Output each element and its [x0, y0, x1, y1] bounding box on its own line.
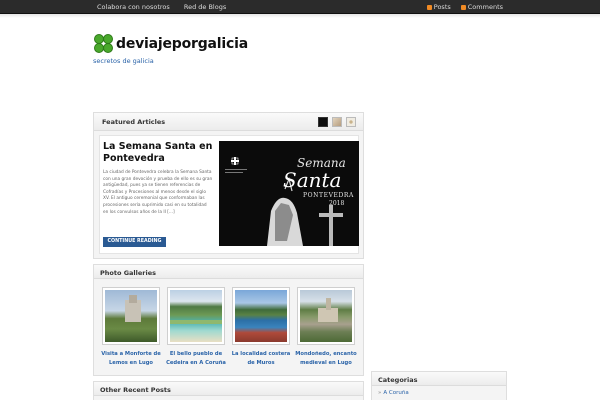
recent-posts-header: Other Recent Posts	[94, 382, 363, 396]
gallery-item[interactable]: Mondoñedo, encanto medieval en Lugo	[294, 287, 358, 367]
comments-feed-label: Comments	[467, 3, 503, 11]
featured-article: La Semana Santa en Pontevedra La ciudad …	[99, 135, 359, 254]
svg-text:Santa: Santa	[283, 168, 341, 192]
galleries-header: Photo Galleries	[94, 265, 363, 279]
featured-header-label: Featured Articles	[102, 118, 166, 126]
gallery-thumbnail[interactable]	[167, 287, 225, 345]
gallery-caption[interactable]: Visita a Monforte de Lemos en Lugo	[99, 350, 163, 367]
category-link[interactable]: A Coruña	[378, 390, 408, 396]
gallery-thumbnail[interactable]	[297, 287, 355, 345]
nav-link-red-de-blogs[interactable]: Red de Blogs	[184, 3, 226, 11]
rss-icon	[460, 4, 466, 10]
posts-feed-link[interactable]: Posts	[426, 3, 451, 11]
svg-text:PONTEVEDRA: PONTEVEDRA	[303, 192, 354, 199]
cross-emblem-icon	[231, 157, 239, 165]
featured-article-image[interactable]: Semana Santa PONTEVEDRA 2018	[219, 141, 359, 246]
gallery-thumbnail[interactable]	[102, 287, 160, 345]
featured-articles-box: Featured Articles La Semana Santa en Pon…	[93, 112, 364, 259]
gallery-caption[interactable]: El bello pueblo de Cedeira en A Coruña	[164, 350, 228, 367]
top-bar-shadow	[0, 14, 600, 18]
site-title: deviajeporgalicia	[116, 36, 248, 52]
featured-article-title[interactable]: La Semana Santa en Pontevedra	[103, 141, 213, 165]
comments-feed-link[interactable]: Comments	[460, 3, 503, 11]
photo-galleries-box: Photo Galleries Visita a Monforte de Lem…	[93, 264, 364, 376]
featured-thumb-1[interactable]	[318, 117, 328, 127]
posts-feed-label: Posts	[433, 3, 451, 11]
gallery-item[interactable]: El bello pueblo de Cedeira en A Coruña	[164, 287, 228, 367]
clover-icon	[93, 33, 115, 55]
nav-link-colabora[interactable]: Colabora con nosotros	[97, 3, 170, 11]
categories-widget: Categorias A Coruña	[371, 371, 507, 400]
gallery-item[interactable]: Visita a Monforte de Lemos en Lugo	[99, 287, 163, 367]
feed-links: Posts Comments	[426, 3, 503, 11]
recent-posts-box: Other Recent Posts	[93, 381, 364, 400]
gallery-caption[interactable]: La localidad costera de Muros	[229, 350, 293, 367]
continue-reading-button[interactable]: CONTINUE READING	[103, 237, 166, 247]
gallery-thumbnail[interactable]	[232, 287, 290, 345]
top-nav-links: Colabora con nosotros Red de Blogs	[97, 3, 238, 11]
featured-article-excerpt: La ciudad de Pontevedra celebra la Seman…	[103, 170, 213, 215]
top-navigation-bar: Colabora con nosotros Red de Blogs Posts…	[0, 0, 600, 14]
featured-header: Featured Articles	[94, 113, 363, 131]
recent-posts-header-label: Other Recent Posts	[100, 385, 171, 394]
site-logo[interactable]: deviajeporgalicia	[93, 33, 248, 55]
gallery-caption[interactable]: Mondoñedo, encanto medieval en Lugo	[294, 350, 358, 367]
rss-icon	[426, 4, 432, 10]
svg-text:2018: 2018	[329, 200, 344, 207]
gallery-item[interactable]: La localidad costera de Muros	[232, 287, 292, 367]
site-tagline: secretos de galicia	[93, 57, 154, 65]
categories-header-label: Categorias	[378, 375, 418, 384]
categories-header: Categorias	[372, 372, 506, 386]
galleries-header-label: Photo Galleries	[100, 268, 156, 277]
featured-thumb-3[interactable]	[346, 117, 356, 127]
semana-santa-poster: Semana Santa PONTEVEDRA 2018	[219, 141, 359, 246]
featured-thumb-2[interactable]	[332, 117, 342, 127]
